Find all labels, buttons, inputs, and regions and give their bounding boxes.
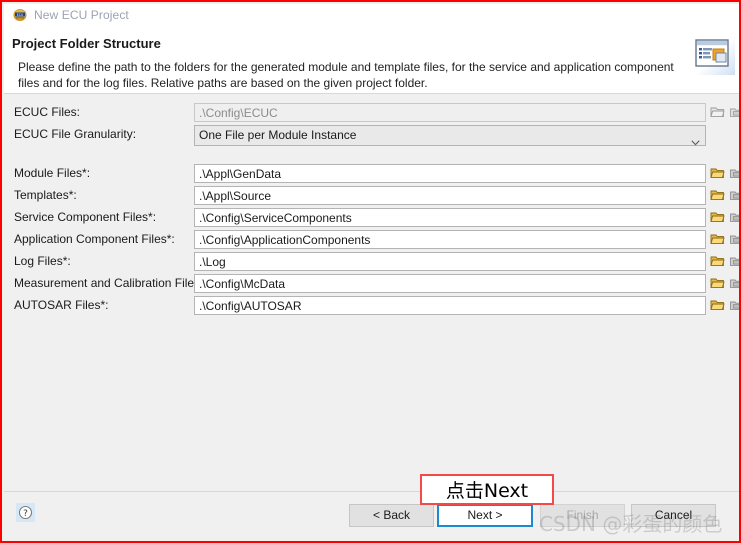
page-description: Please define the path to the folders fo… (18, 60, 674, 90)
row-icons (710, 166, 739, 180)
svg-text:?: ? (23, 509, 28, 519)
row-icons (710, 188, 739, 202)
folder-variable-icon[interactable] (729, 210, 739, 224)
dialog-button-bar: ? < Back Next > Finish Cancel (4, 491, 739, 541)
application-component-files-input[interactable] (194, 230, 706, 249)
field-row: Module Files*: (4, 164, 739, 184)
folder-variable-icon[interactable] (729, 298, 739, 312)
wizard-window: ECU New ECU Project Project Folder Struc… (0, 0, 741, 543)
ecuc-files-input[interactable] (194, 103, 706, 122)
field-label-module-files: Module Files*: (14, 166, 91, 180)
window-title: New ECU Project (34, 8, 129, 22)
browse-folder-icon[interactable] (710, 188, 725, 202)
autosar-files-input[interactable] (194, 296, 706, 315)
browse-folder-icon[interactable] (710, 166, 725, 180)
measurement-calibration-files-input[interactable] (194, 274, 706, 293)
browse-folder-icon[interactable] (710, 298, 725, 312)
templates-input[interactable] (194, 186, 706, 205)
row-icons (710, 298, 739, 312)
row-icons (710, 276, 739, 290)
annotation-callout: 点击Next (420, 474, 554, 505)
browse-folder-icon[interactable] (710, 276, 725, 290)
wizard-banner-icon (689, 31, 735, 75)
folder-variable-icon[interactable] (729, 276, 739, 290)
field-label-ecuc-granularity: ECUC File Granularity: (14, 127, 137, 141)
browse-folder-icon[interactable] (710, 254, 725, 268)
field-label-ecuc-files: ECUC Files: (14, 105, 81, 119)
ecuc-granularity-value: One File per Module Instance (199, 128, 357, 142)
row-icons (710, 232, 739, 246)
field-row: ECUC File Granularity: One File per Modu… (4, 125, 739, 147)
next-button[interactable]: Next > (437, 504, 533, 527)
field-label-application-component-files: Application Component Files*: (14, 232, 175, 246)
folder-variable-icon[interactable] (729, 166, 739, 180)
folder-variable-icon[interactable] (729, 232, 739, 246)
page-title: Project Folder Structure (12, 36, 161, 51)
ecu-project-icon: ECU (12, 7, 28, 23)
folder-variable-icon[interactable] (729, 254, 739, 268)
log-files-input[interactable] (194, 252, 706, 271)
ecuc-granularity-combo[interactable]: One File per Module Instance (194, 125, 706, 146)
folder-variable-icon[interactable] (729, 105, 739, 119)
field-label-log-files: Log Files*: (14, 254, 71, 268)
field-row: Measurement and Calibration Files*: (4, 274, 739, 294)
field-row: Templates*: (4, 186, 739, 206)
service-component-files-input[interactable] (194, 208, 706, 227)
browse-folder-icon[interactable] (710, 210, 725, 224)
annotation-text: 点击Next (445, 480, 529, 502)
field-row: AUTOSAR Files*: (4, 296, 739, 316)
field-row: Log Files*: (4, 252, 739, 272)
finish-button: Finish (540, 504, 625, 527)
row-icons (710, 254, 739, 268)
form-body: ECUC Files: ECUC File Gra (4, 95, 739, 491)
browse-folder-icon[interactable] (710, 105, 725, 119)
cancel-button[interactable]: Cancel (631, 504, 716, 527)
field-label-measurement-calibration-files: Measurement and Calibration Files*: (14, 276, 209, 290)
field-row: Service Component Files*: (4, 208, 739, 228)
row-icons (710, 105, 739, 119)
title-bar: ECU New ECU Project (4, 4, 739, 26)
field-label-service-component-files: Service Component Files*: (14, 210, 157, 224)
chevron-down-icon (691, 133, 700, 146)
folder-variable-icon[interactable] (729, 188, 739, 202)
back-button[interactable]: < Back (349, 504, 434, 527)
module-files-input[interactable] (194, 164, 706, 183)
svg-text:ECU: ECU (17, 13, 24, 17)
wizard-header: Project Folder Structure Please define t… (4, 26, 739, 94)
row-icons (710, 210, 739, 224)
help-question-icon[interactable]: ? (16, 503, 35, 522)
field-row: ECUC Files: (4, 103, 739, 123)
field-row: Application Component Files*: (4, 230, 739, 250)
field-label-templates: Templates*: (14, 188, 77, 202)
browse-folder-icon[interactable] (710, 232, 725, 246)
field-label-autosar-files: AUTOSAR Files*: (14, 298, 109, 312)
